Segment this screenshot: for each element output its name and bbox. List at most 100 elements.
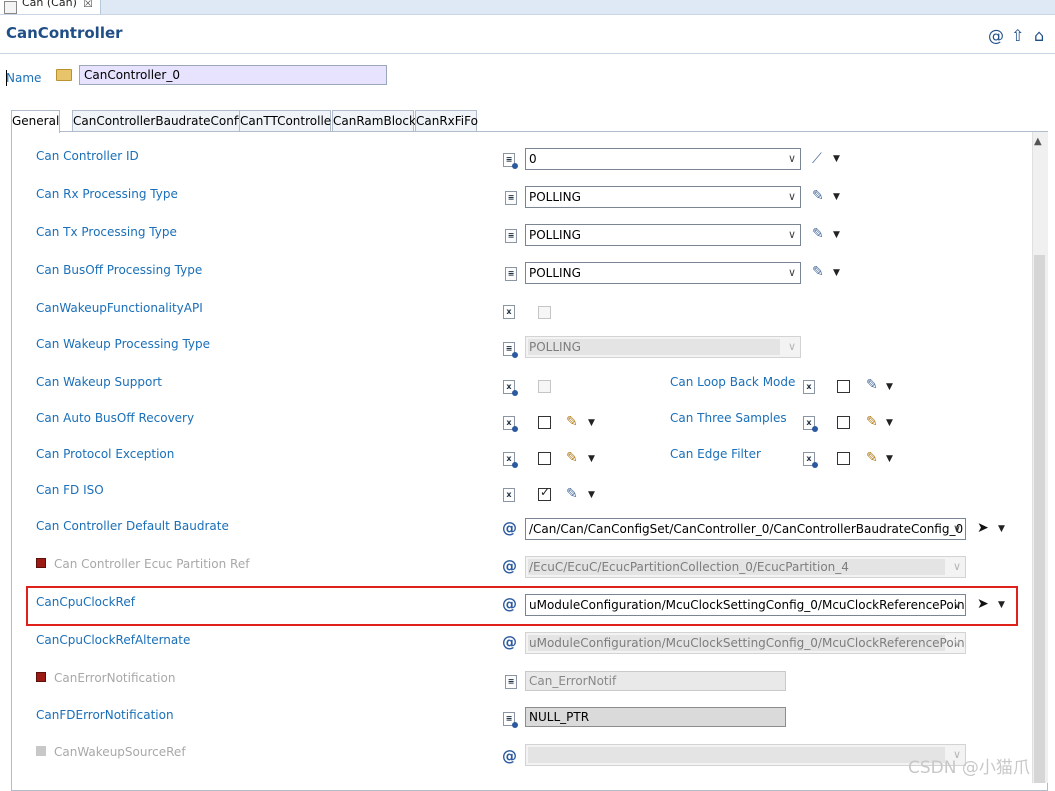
loop-back-label: Can Loop Back Mode [670,375,796,389]
boolean-calc-icon: x [503,380,518,396]
home-icon[interactable]: ⌂ [1034,26,1044,45]
dropdown-arrow-icon[interactable]: ▼ [588,418,595,428]
config-file-icon [4,1,17,14]
wakeup-source-ref-combo[interactable]: ∨ [525,744,966,766]
controller-id-label: Can Controller ID [36,149,139,163]
edge-filter-checkbox[interactable] [837,452,850,465]
pencil-icon[interactable]: ✎ [866,450,878,466]
scrollbar-thumb[interactable] [1034,255,1045,783]
editor-tab-can[interactable]: Can (Can) ☒ [0,0,101,14]
rx-processing-combo[interactable]: POLLING ∨ [525,186,801,208]
editor-tab-strip [0,0,1055,15]
default-baudrate-label: Can Controller Default Baudrate [36,519,229,533]
dropdown-arrow-icon[interactable]: ▼ [886,418,893,428]
watermark: CSDN @小猫爪 [908,758,1030,778]
disabled-marker-icon [36,672,46,682]
name-input[interactable]: CanController_0 [79,65,387,85]
error-notification-label: CanErrorNotification [54,671,176,685]
three-samples-label: Can Three Samples [670,411,787,425]
highlight-box [26,586,1018,626]
pencil-icon[interactable]: ✎ [866,414,878,430]
reference-icon: @ [502,519,517,537]
protocol-exception-checkbox[interactable] [538,452,551,465]
wakeup-api-checkbox[interactable] [538,306,551,319]
fd-error-notification-input[interactable]: NULL_PTR [525,707,786,727]
wakeup-processing-combo[interactable]: POLLING ∨ [525,336,801,358]
checkmark-icon: ✓ [540,485,551,499]
busoff-processing-combo[interactable]: POLLING ∨ [525,262,801,284]
folder-icon [56,69,72,81]
wakeup-support-checkbox[interactable] [538,380,551,393]
boolean-calc-icon: x [803,416,818,432]
chevron-down-icon: ∨ [787,190,796,203]
doc-icon: ≡ [505,191,517,205]
boolean-calc-icon: x [503,452,518,468]
tab-general[interactable]: General [11,110,60,133]
wakeup-source-ref-label: CanWakeupSourceRef [54,745,186,759]
busoff-processing-label: Can BusOff Processing Type [36,263,203,277]
calc-doc-icon: ≡ [503,342,518,358]
auto-busoff-checkbox[interactable] [538,416,551,429]
configure-icon[interactable]: ✎ [812,264,824,280]
dropdown-arrow-icon[interactable]: ▼ [588,490,595,500]
calculate-icon[interactable]: ⟋ [812,151,822,167]
dropdown-arrow-icon[interactable]: ▼ [833,154,840,164]
chevron-down-icon: ∨ [787,228,796,241]
dropdown-arrow-icon[interactable]: ▼ [833,192,840,202]
configure-icon[interactable]: ✎ [812,188,824,204]
tx-processing-combo[interactable]: POLLING ∨ [525,224,801,246]
wakeup-support-label: Can Wakeup Support [36,375,162,389]
fd-iso-checkbox[interactable]: ✓ [538,485,551,501]
reference-action-icon[interactable]: ➤ [977,520,989,536]
three-samples-checkbox[interactable] [837,416,850,429]
tab-rx-fifo[interactable]: CanRxFiFo [415,110,478,132]
loop-back-checkbox[interactable] [837,380,850,393]
fd-error-notification-label: CanFDErrorNotification [36,708,174,722]
reference-icon: @ [502,633,517,651]
chevron-down-icon: ∨ [787,152,796,165]
default-baudrate-combo[interactable]: /Can/Can/CanConfigSet/CanController_0/Ca… [525,518,966,540]
dropdown-arrow-icon[interactable]: ▼ [886,382,893,392]
ecuc-partition-label: Can Controller Ecuc Partition Ref [54,557,250,571]
configure-icon[interactable]: ✎ [812,226,824,242]
boolean-calc-icon: x [803,452,818,468]
page-title: CanController [6,24,123,42]
calc-doc-icon: ≡ [503,153,518,169]
boolean-icon: x [503,305,515,319]
pencil-icon[interactable]: ✎ [566,450,578,466]
chevron-down-icon: ∨ [787,340,796,353]
protocol-exception-label: Can Protocol Exception [36,447,175,461]
tab-baudrate-config[interactable]: CanControllerBaudrateConfig [72,110,249,132]
scroll-up-icon[interactable]: ▲ [1034,136,1042,147]
pencil-icon[interactable]: ✎ [566,414,578,430]
configure-icon[interactable]: ✎ [866,377,878,393]
cpu-clock-alt-combo[interactable]: uModuleConfiguration/McuClockSettingConf… [525,632,966,654]
fd-iso-label: Can FD ISO [36,483,104,497]
doc-icon: ≡ [505,675,517,689]
up-arrow-icon[interactable]: ⇧ [1011,26,1024,45]
boolean-icon: x [503,488,515,502]
chevron-down-icon: ∨ [952,636,961,649]
dropdown-arrow-icon[interactable]: ▼ [998,524,1005,534]
header-divider [0,53,1055,54]
ecuc-partition-combo[interactable]: /EcuC/EcuC/EcucPartitionCollection_0/Ecu… [525,556,966,578]
close-icon[interactable]: ☒ [83,0,93,10]
wakeup-api-label: CanWakeupFunctionalityAPI [36,301,203,315]
editor-tab-title: Can (Can) [22,0,77,9]
configure-icon[interactable]: ✎ [566,486,578,502]
edge-filter-label: Can Edge Filter [670,447,761,461]
dropdown-arrow-icon[interactable]: ▼ [886,454,893,464]
doc-icon: ≡ [505,267,517,281]
auto-busoff-label: Can Auto BusOff Recovery [36,411,195,425]
tab-tt-controller[interactable]: CanTTController [239,110,336,132]
name-label: Name [6,71,42,85]
error-notification-input[interactable]: Can_ErrorNotif [525,671,786,691]
disabled-marker-icon [36,558,46,568]
controller-id-combo[interactable]: 0 ∨ [525,148,801,170]
dropdown-arrow-icon[interactable]: ▼ [588,454,595,464]
at-sign-icon[interactable]: @ [988,26,1004,45]
dropdown-arrow-icon[interactable]: ▼ [833,268,840,278]
tab-ram-block[interactable]: CanRamBlock [332,110,416,132]
chevron-down-icon: ∨ [787,266,796,279]
dropdown-arrow-icon[interactable]: ▼ [833,230,840,240]
